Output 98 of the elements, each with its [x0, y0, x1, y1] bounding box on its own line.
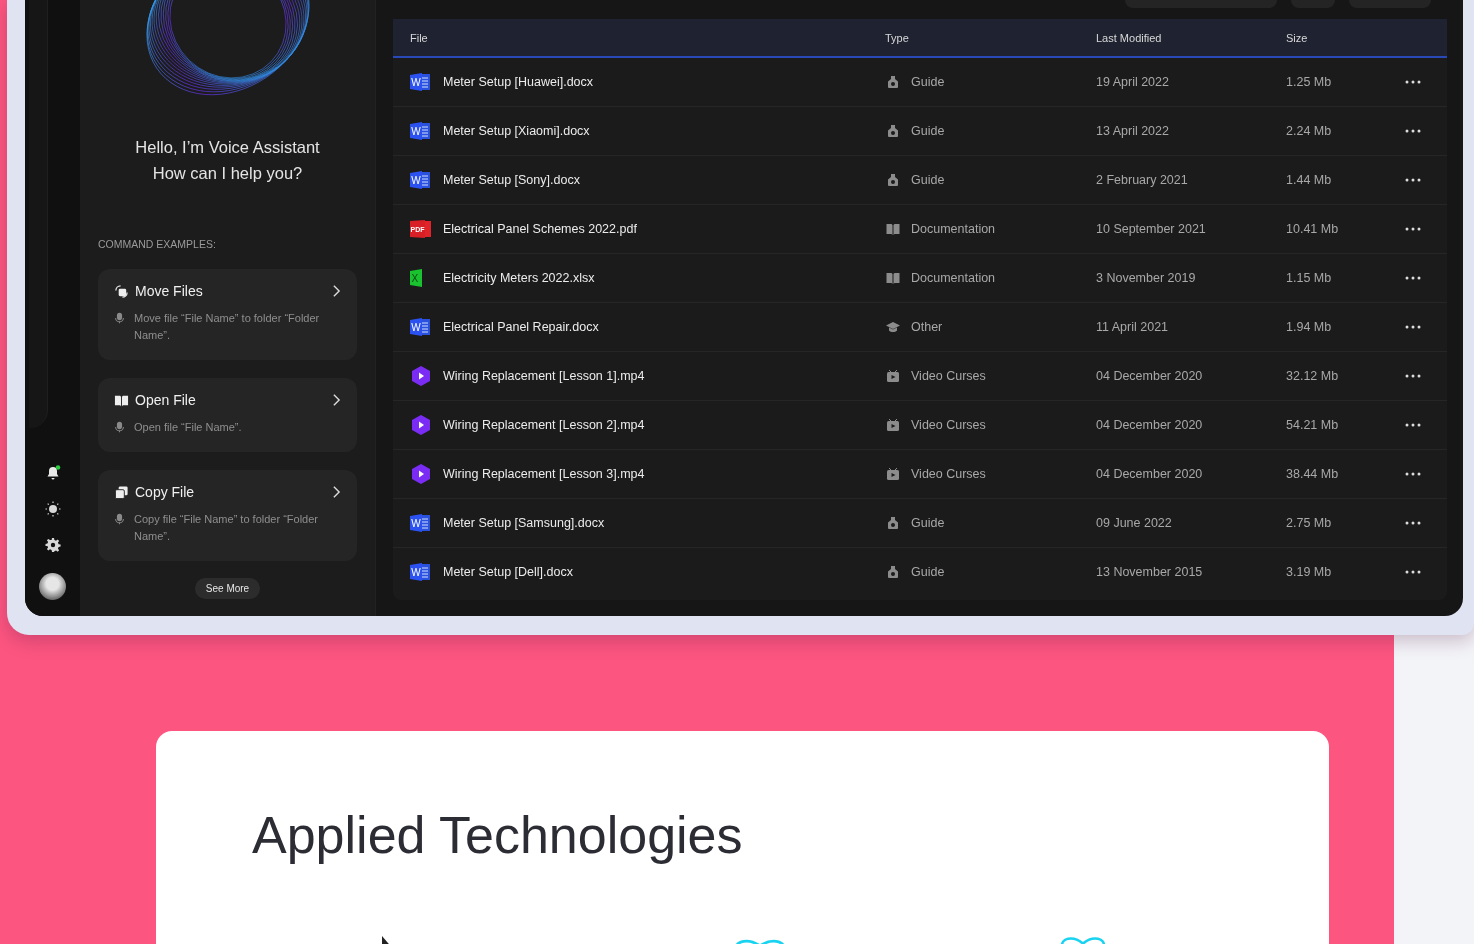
- microphone-icon: [114, 421, 125, 433]
- avatar[interactable]: [39, 573, 66, 600]
- table-cell-text: 13 November 2015: [1096, 565, 1204, 579]
- more-icon[interactable]: [1405, 178, 1421, 182]
- table-cell-text: 1.44 Mb: [1286, 173, 1333, 187]
- table-cell: Other: [911, 320, 943, 334]
- flask-icon: [886, 565, 900, 579]
- microphone-icon: [114, 513, 125, 525]
- table-cell-text: 3 November 2019: [1096, 271, 1197, 285]
- file-name[interactable]: Meter Setup [Samsung].docx: [443, 516, 605, 530]
- flask-icon: [886, 173, 900, 187]
- more-icon[interactable]: [1405, 80, 1421, 84]
- table-cell-text: 1.25 Mb: [1286, 75, 1333, 89]
- command-title: Open File: [135, 392, 197, 408]
- play-icon: [410, 463, 432, 485]
- greeting-text: Hello, I’m Voice Assistant How can I help you?: [135, 137, 320, 184]
- file-name[interactable]: Meter Setup [Sony].docx: [443, 173, 580, 187]
- file-name[interactable]: Wiring Replacement [Lesson 1].mp4: [443, 369, 645, 383]
- table-cell-text: 38.44 Mb: [1286, 467, 1340, 481]
- more-icon[interactable]: [1405, 227, 1421, 231]
- column-header: Size: [1286, 31, 1309, 44]
- book-icon: [886, 271, 900, 285]
- table-cell-text: 2.24 Mb: [1286, 124, 1333, 138]
- table-cell: Guide: [911, 75, 945, 89]
- file-name[interactable]: Meter Setup [Dell].docx: [443, 565, 573, 579]
- microphone-icon: [114, 312, 125, 324]
- book-icon: [886, 222, 900, 236]
- column-header: Type: [885, 31, 910, 44]
- table-cell-text: 04 December 2020: [1096, 369, 1204, 383]
- table-cell: Video Curses: [911, 467, 986, 481]
- more-icon[interactable]: [1405, 374, 1421, 378]
- more-icon[interactable]: [1405, 570, 1421, 574]
- flask-icon: [886, 516, 900, 530]
- flask-icon: [886, 124, 900, 138]
- more-icon[interactable]: [1405, 276, 1421, 280]
- video-icon: [886, 369, 900, 383]
- see-more-button[interactable]: See More: [194, 578, 261, 599]
- copy-icon: [114, 484, 129, 500]
- file-name[interactable]: Electrical Panel Schemes 2022.pdf: [443, 222, 637, 236]
- command-title: Move Files: [135, 283, 204, 299]
- table-cell-text: 10 September 2021: [1096, 222, 1207, 236]
- file-name[interactable]: Meter Setup [Huawei].docx: [443, 75, 594, 89]
- settings-icon[interactable]: [44, 537, 61, 553]
- column-header: Last Modified: [1096, 31, 1163, 44]
- table-cell-text: 10.41 Mb: [1286, 222, 1340, 236]
- table-cell: Documentation: [911, 222, 996, 236]
- table-cell-text: 2.75 Mb: [1286, 516, 1333, 530]
- file-name[interactable]: Wiring Replacement [Lesson 3].mp4: [443, 467, 645, 481]
- table-cell-text: 09 June 2022: [1096, 516, 1173, 530]
- sun-icon[interactable]: [44, 501, 61, 517]
- command-title: Copy File: [135, 484, 196, 500]
- table-cell: Video Curses: [911, 418, 986, 432]
- section-title: Applied Technologies: [252, 805, 744, 866]
- column-header: File: [410, 31, 429, 44]
- command-card[interactable]: Copy File Copy file “File Name” to folder “Folder Name”.: [98, 470, 357, 561]
- table-cell: Guide: [911, 565, 945, 579]
- flask-icon: [886, 75, 900, 89]
- table-cell-text: 3.19 Mb: [1286, 565, 1333, 579]
- more-icon[interactable]: [1405, 472, 1421, 476]
- play-icon: [410, 414, 432, 436]
- command-card[interactable]: Move Files Move file “File Name” to folder “Folder Name”.: [98, 269, 357, 360]
- table-cell-text: 13 April 2022: [1096, 124, 1170, 138]
- command-example: Move file “File Name” to folder “Folder Name”.: [134, 311, 321, 343]
- command-example: Copy file “File Name” to folder “Folder Name”.: [134, 512, 319, 544]
- file-name[interactable]: Wiring Replacement [Lesson 2].mp4: [443, 418, 645, 432]
- table-cell: Documentation: [911, 271, 996, 285]
- graduation-cap-icon: [886, 320, 900, 334]
- chevron-right-icon: [332, 284, 341, 298]
- table-cell: Guide: [911, 124, 945, 138]
- table-cell-text: 1.94 Mb: [1286, 320, 1333, 334]
- table-cell-text: 11 April 2021: [1096, 320, 1170, 334]
- section-label: COMMAND EXAMPLES:: [98, 238, 217, 250]
- table-cell-text: 32.12 Mb: [1286, 369, 1340, 383]
- table-cell-text: 2 February 2021: [1096, 173, 1189, 187]
- command-example: Open file “File Name”.: [134, 420, 242, 435]
- table-cell-text: 04 December 2020: [1096, 467, 1204, 481]
- file-name[interactable]: Electricity Meters 2022.xlsx: [443, 271, 595, 285]
- move-icon: [114, 283, 129, 299]
- bell-icon[interactable]: [44, 465, 61, 481]
- table-cell: Guide: [911, 516, 945, 530]
- more-icon[interactable]: [1405, 129, 1421, 133]
- table-cell: Video Curses: [911, 369, 986, 383]
- table-cell-text: 19 April 2022: [1096, 75, 1170, 89]
- chevron-right-icon: [332, 393, 341, 407]
- more-icon[interactable]: [1405, 325, 1421, 329]
- more-icon[interactable]: [1405, 521, 1421, 525]
- play-icon: [410, 365, 432, 387]
- file-name[interactable]: Electrical Panel Repair.docx: [443, 320, 599, 334]
- file-name[interactable]: Meter Setup [Xiaomi].docx: [443, 124, 590, 138]
- table-cell-text: 04 December 2020: [1096, 418, 1204, 432]
- table-cell: Guide: [911, 173, 945, 187]
- table-cell-text: 1.15 Mb: [1286, 271, 1333, 285]
- video-icon: [886, 467, 900, 481]
- command-card[interactable]: Open File Open file “File Name”.: [98, 378, 357, 452]
- chevron-right-icon: [332, 485, 341, 499]
- table-cell-text: 54.21 Mb: [1286, 418, 1340, 432]
- more-icon[interactable]: [1405, 423, 1421, 427]
- video-icon: [886, 418, 900, 432]
